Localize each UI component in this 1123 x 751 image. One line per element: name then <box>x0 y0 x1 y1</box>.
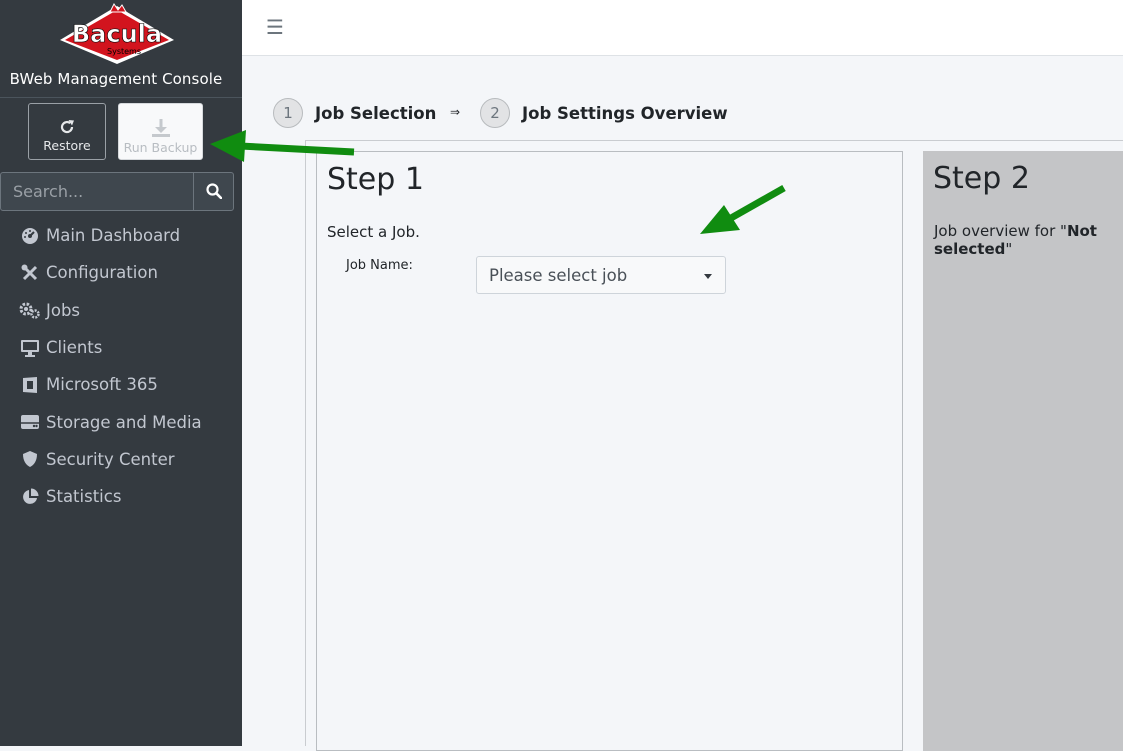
run-backup-label: Run Backup <box>123 140 198 155</box>
brand: Bacula Systems BWeb Management Console <box>0 0 242 98</box>
sidebar-item-label: Storage and Media <box>46 412 202 432</box>
step2-panel: Step 2 Job overview for "Not selected" <box>923 151 1123 751</box>
bacula-logo[interactable]: Bacula Systems <box>56 2 178 68</box>
sidebar-item-configuration[interactable]: Configuration <box>0 254 242 291</box>
sidebar: Bacula Systems BWeb Management Console R… <box>0 0 242 746</box>
step-label: Job Selection <box>315 103 437 123</box>
overview-suffix: " <box>1005 240 1013 258</box>
caret-down-icon <box>704 274 712 279</box>
sidebar-nav: Main Dashboard Configuration Jobs Client… <box>0 217 242 515</box>
sidebar-item-clients[interactable]: Clients <box>0 329 242 366</box>
wizard-frame-border <box>305 140 306 746</box>
top-navbar: ☰ <box>242 0 1123 56</box>
sidebar-item-label: Jobs <box>46 300 81 320</box>
search-input[interactable] <box>1 173 193 210</box>
step1-panel: Step 1 Select a Job. Job Name: Please se… <box>316 151 903 751</box>
wizard-step-job-selection[interactable]: 1 Job Selection <box>273 97 436 129</box>
search-icon <box>206 183 222 199</box>
step-number: 2 <box>480 98 510 128</box>
wizard-step-job-settings-overview[interactable]: 2 Job Settings Overview <box>480 97 728 129</box>
sidebar-search <box>0 172 234 211</box>
sidebar-item-label: Clients <box>46 338 103 358</box>
job-name-label: Job Name: <box>346 258 413 273</box>
desktop-icon <box>19 339 41 357</box>
sidebar-item-label: Security Center <box>46 449 175 469</box>
shield-icon <box>19 450 41 468</box>
office-icon <box>19 376 41 394</box>
run-backup-button[interactable]: Run Backup <box>118 103 203 160</box>
svg-text:Bacula: Bacula <box>72 20 162 48</box>
step1-title: Step 1 <box>327 162 424 197</box>
job-overview-text: Job overview for "Not selected" <box>934 222 1123 258</box>
sidebar-item-statistics[interactable]: Statistics <box>0 478 242 515</box>
restore-label: Restore <box>43 138 91 153</box>
step-number: 1 <box>273 98 303 128</box>
sidebar-item-label: Microsoft 365 <box>46 375 158 395</box>
job-name-select[interactable]: Please select job <box>476 256 726 294</box>
console-title: BWeb Management Console <box>9 70 223 88</box>
pie-chart-icon <box>19 488 41 506</box>
step-arrow-icon: ⇒ <box>450 105 461 119</box>
sidebar-item-main-dashboard[interactable]: Main Dashboard <box>0 217 242 254</box>
restore-button[interactable]: Restore <box>28 103 106 160</box>
step2-title: Step 2 <box>933 161 1030 196</box>
sidebar-item-label: Configuration <box>46 263 158 283</box>
menu-toggle-icon[interactable]: ☰ <box>266 15 284 39</box>
sidebar-item-storage-and-media[interactable]: Storage and Media <box>0 403 242 440</box>
step1-description: Select a Job. <box>327 223 420 241</box>
sidebar-item-microsoft-365[interactable]: Microsoft 365 <box>0 366 242 403</box>
svg-text:Systems: Systems <box>107 47 141 56</box>
sidebar-item-jobs[interactable]: Jobs <box>0 292 242 329</box>
overview-prefix: Job overview for " <box>934 222 1067 240</box>
hdd-icon <box>19 413 41 431</box>
search-button[interactable] <box>193 173 233 210</box>
sidebar-item-security-center[interactable]: Security Center <box>0 441 242 478</box>
dashboard-icon <box>19 227 41 245</box>
redo-icon <box>60 120 74 134</box>
job-select-value: Please select job <box>489 266 628 285</box>
tools-icon <box>19 264 41 282</box>
download-icon <box>151 119 170 137</box>
cogs-icon <box>19 301 41 319</box>
step-label: Job Settings Overview <box>522 103 728 123</box>
wizard-divider <box>305 140 1123 141</box>
sidebar-item-label: Main Dashboard <box>46 226 181 246</box>
sidebar-item-label: Statistics <box>46 487 122 507</box>
